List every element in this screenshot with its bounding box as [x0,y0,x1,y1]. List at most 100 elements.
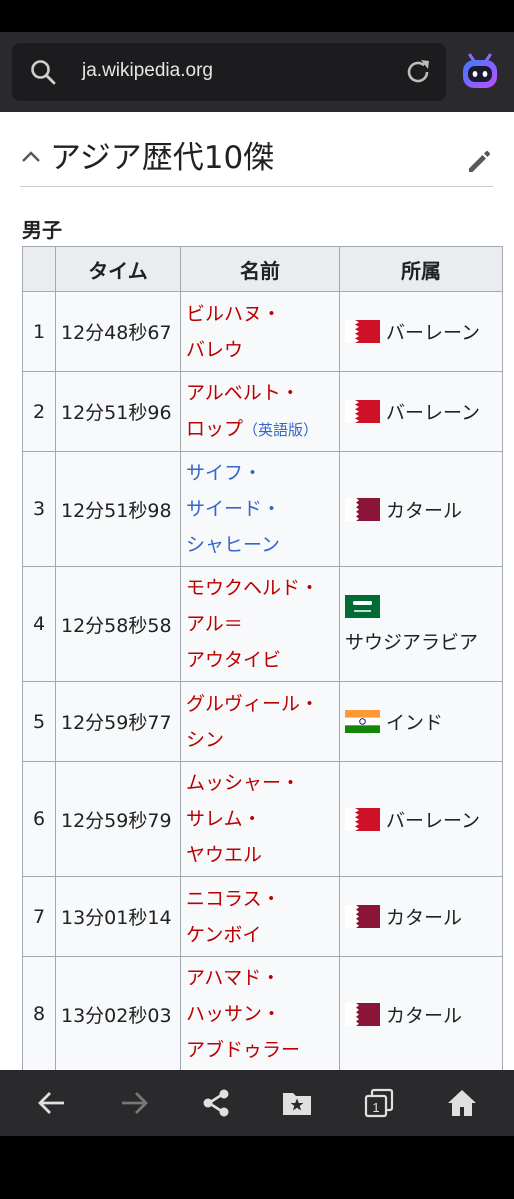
bahrain-flag-icon [345,807,380,831]
name-cell: ビルハヌ・ バレウ [180,291,340,372]
athlete-name-part: サレム・ [186,808,262,830]
rank-cell: 7 [22,876,56,957]
athlete-name-part: ムッシャー・ [186,772,301,794]
browser-bottom-nav: 1 [0,1070,514,1136]
athlete-name-link[interactable]: シン [186,722,339,758]
name-cell: ニコラス・ ケンボイ [180,876,340,957]
country-link[interactable]: インド [386,712,443,734]
section-header[interactable]: アジア歴代10傑 [20,126,493,187]
athlete-name-part: シン [186,728,225,751]
time-cell: 12分59秒79 [55,761,181,877]
table-row: 8 13分02秒03 アハマド・ ハッサン・ アブドゥラー カタール [22,956,503,1070]
athlete-name-link[interactable]: モウクヘルド・ [186,570,339,606]
athlete-name-link[interactable]: ロップ（英語版） [186,411,339,448]
name-cell: モウクヘルド・アル＝ アウタイビ [180,566,340,682]
athlete-name-link[interactable]: ヤウエル [186,837,339,873]
search-icon [31,60,56,85]
country-link[interactable]: バーレーン [386,322,480,344]
athlete-name-link[interactable]: サイフ・ [186,455,339,491]
rank-cell: 8 [22,956,56,1070]
athlete-name-part: ヤウエル [186,844,263,866]
athlete-name-link[interactable]: アブドゥラー [186,1032,339,1068]
table-row: 3 12分51秒98 サイフ・ サイード・ シャヒーン カタール [22,451,503,567]
url-text[interactable]: ja.wikipedia.org [82,60,213,82]
athlete-name-link[interactable]: ムッシャー・ [186,765,339,801]
affiliation-cell: カタール [339,956,503,1070]
time-cell: 12分48秒67 [55,291,181,372]
athlete-name-part: サイード・ [186,498,282,520]
athlete-name-part: ハッサン・ [186,1003,282,1025]
table-row: 7 13分01秒14 ニコラス・ ケンボイ カタール [22,876,503,957]
country-link[interactable]: バーレーン [386,402,480,424]
rank-cell: 5 [22,681,56,762]
athlete-name-link[interactable]: サイード・ [186,491,339,527]
athlete-name-part: ニコラス・ [186,887,281,910]
athlete-name-part: ビルハヌ・ [186,302,282,325]
qatar-flag-icon [345,497,380,521]
athlete-name-part: モウクヘルド・ [186,577,320,599]
country-link[interactable]: カタール [386,1005,462,1027]
country-link[interactable]: カタール [386,907,462,929]
english-version-link[interactable]: （英語版） [243,421,318,439]
athlete-name-link[interactable]: アル＝ [186,606,339,642]
name-cell: アルベルト・ ロップ（英語版） [180,371,340,452]
system-nav-bar [0,1136,514,1199]
affiliation-cell: カタール [339,876,503,957]
ai-assistant-icon[interactable] [460,52,500,92]
rank-cell: 2 [22,371,56,452]
athlete-name-link[interactable]: ビルハヌ・ [186,296,339,332]
time-cell: 12分51秒96 [55,371,181,452]
athlete-name-part: サイフ・ [186,462,263,484]
header-time: タイム [55,246,181,292]
tabs-icon[interactable]: 1 [363,1087,395,1119]
country-link[interactable]: バーレーン [386,810,480,832]
athlete-name-link[interactable]: サレム・ [186,801,339,837]
name-cell: アハマド・ハッサン・アブドゥラー [180,956,340,1070]
athlete-name-link[interactable]: シャヒーン [186,527,339,563]
athlete-name-link[interactable]: ニコラス・ [186,881,339,917]
table-row: 4 12分58秒58 モウクヘルド・ アル＝ アウタイビ サウジアラビア [22,566,503,682]
home-icon[interactable] [446,1087,478,1119]
qatar-flag-icon [345,905,380,928]
affiliation-cell: インド [339,681,503,762]
chevron-up-icon[interactable] [20,146,42,168]
india-flag-icon [345,710,380,733]
country-link[interactable]: カタール [386,500,462,522]
time-cell: 12分59秒77 [55,681,181,762]
back-arrow-icon[interactable] [36,1087,68,1119]
country-link[interactable]: サウジアラビア [345,631,478,653]
table-row: 6 12分59秒79 ムッシャー・ サレム・ヤウエル バーレーン [22,761,503,877]
rank-cell: 1 [22,291,56,372]
affiliation-cell: バーレーン [339,371,503,452]
athlete-name-link[interactable]: グルヴィール・ [186,686,339,722]
browser-toolbar: ja.wikipedia.org [0,32,514,112]
header-rank [22,246,56,292]
table-caption: 男子 [22,218,62,242]
athlete-name-link[interactable]: バレウ [186,332,339,368]
table-row: 5 12分59秒77 グルヴィール・シン インド [22,681,503,762]
athlete-name-part: バレウ [186,338,244,361]
share-icon[interactable] [200,1087,232,1119]
bahrain-flag-icon [345,320,380,343]
athlete-name-link[interactable]: アハマド・ [186,960,339,996]
bookmarks-folder-icon[interactable] [281,1087,313,1119]
name-cell: サイフ・サイード・シャヒーン [180,451,340,567]
athlete-name-part: アブドゥラー [186,1039,301,1061]
affiliation-cell: カタール [339,451,503,567]
athlete-name-link[interactable]: ケンボイ [186,917,339,953]
header-affiliation: 所属 [339,246,503,292]
rank-cell: 6 [22,761,56,877]
address-bar[interactable]: ja.wikipedia.org [12,43,446,101]
athlete-name-link[interactable]: アルベルト・ [186,375,339,411]
table-row: 1 12分48秒67 ビルハヌ・バレウ バーレーン [22,291,503,372]
table-row: 2 12分51秒96 アルベルト・ ロップ（英語版） バーレーン [22,371,503,452]
athlete-name-link[interactable]: ハッサン・ [186,996,339,1032]
athlete-name-part: シャヒーン [186,534,281,556]
time-cell: 12分58秒58 [55,566,181,682]
forward-arrow-icon[interactable] [118,1087,150,1119]
athlete-name-part: ロップ [186,418,244,440]
athlete-name-link[interactable]: アウタイビ [186,642,339,678]
edit-pencil-icon[interactable] [465,148,493,176]
reload-icon[interactable] [404,58,432,86]
qatar-flag-icon [345,1002,380,1026]
